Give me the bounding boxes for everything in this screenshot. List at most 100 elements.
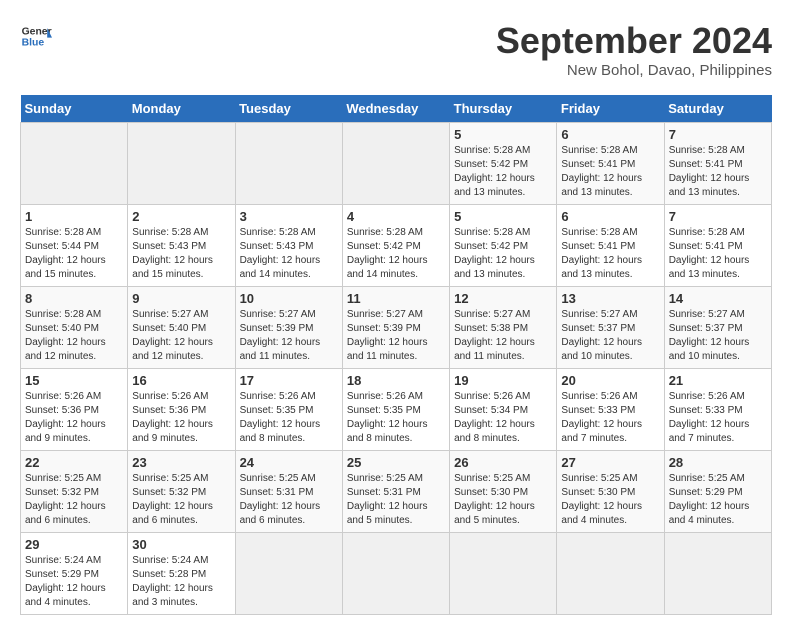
day-number: 27 [561, 455, 659, 470]
calendar-cell [128, 123, 235, 205]
calendar-cell [21, 123, 128, 205]
day-info: Sunrise: 5:28 AMSunset: 5:40 PMDaylight:… [25, 308, 123, 364]
calendar-cell [342, 123, 449, 205]
day-number: 21 [669, 373, 767, 388]
day-number: 5 [454, 127, 552, 142]
day-info: Sunrise: 5:27 AMSunset: 5:40 PMDaylight:… [132, 308, 230, 364]
day-number: 6 [561, 127, 659, 142]
day-number: 3 [240, 209, 338, 224]
page-header: General Blue September 2024 New Bohol, D… [20, 20, 772, 79]
calendar-cell: 9Sunrise: 5:27 AMSunset: 5:40 PMDaylight… [128, 287, 235, 369]
calendar-cell: 6 Sunrise: 5:28 AMSunset: 5:41 PMDaylight… [557, 205, 664, 287]
calendar-cell [235, 533, 342, 615]
day-info: Sunrise: 5:27 AMSunset: 5:38 PMDaylight:… [454, 308, 552, 364]
day-number: 12 [454, 291, 552, 306]
day-info: Sunrise: 5:26 AMSunset: 5:35 PMDaylight:… [347, 390, 445, 446]
day-number: 8 [25, 291, 123, 306]
calendar-cell: 26 Sunrise: 5:25 AMSunset: 5:30 PMDayligh… [450, 451, 557, 533]
day-info: Sunrise: 5:26 AMSunset: 5:34 PMDaylight:… [454, 390, 552, 446]
calendar-cell: 18Sunrise: 5:26 AMSunset: 5:35 PMDayligh… [342, 369, 449, 451]
calendar-cell: 3 Sunrise: 5:28 AMSunset: 5:43 PMDaylight… [235, 205, 342, 287]
day-info: Sunrise: 5:24 AMSunset: 5:29 PMDaylight:… [25, 554, 123, 610]
day-info: Sunrise: 5:28 AMSunset: 5:42 PMDaylight:… [347, 226, 445, 282]
day-info: Sunrise: 5:27 AMSunset: 5:37 PMDaylight:… [669, 308, 767, 364]
location-title: New Bohol, Davao, Philippines [496, 62, 772, 79]
calendar-week-1: 1 Sunrise: 5:28 AMSunset: 5:44 PMDaylight… [21, 205, 772, 287]
calendar-cell: 8 Sunrise: 5:28 AMSunset: 5:40 PMDaylight… [21, 287, 128, 369]
day-number: 5 [454, 209, 552, 224]
day-info: Sunrise: 5:25 AMSunset: 5:30 PMDaylight:… [454, 472, 552, 528]
calendar-cell: 11Sunrise: 5:27 AMSunset: 5:39 PMDayligh… [342, 287, 449, 369]
day-info: Sunrise: 5:28 AMSunset: 5:41 PMDaylight:… [669, 226, 767, 282]
logo: General Blue [20, 20, 52, 52]
day-info: Sunrise: 5:28 AMSunset: 5:44 PMDaylight:… [25, 226, 123, 282]
calendar-week-3: 15 Sunrise: 5:26 AMSunset: 5:36 PMDayligh… [21, 369, 772, 451]
day-info: Sunrise: 5:28 AMSunset: 5:41 PMDaylight:… [561, 226, 659, 282]
calendar-cell: 15 Sunrise: 5:26 AMSunset: 5:36 PMDayligh… [21, 369, 128, 451]
calendar-week-4: 22 Sunrise: 5:25 AMSunset: 5:32 PMDayligh… [21, 451, 772, 533]
calendar-week-2: 8 Sunrise: 5:28 AMSunset: 5:40 PMDaylight… [21, 287, 772, 369]
calendar-cell: 19 Sunrise: 5:26 AMSunset: 5:34 PMDayligh… [450, 369, 557, 451]
calendar-cell: 24 Sunrise: 5:25 AMSunset: 5:31 PMDayligh… [235, 451, 342, 533]
day-number: 4 [347, 209, 445, 224]
day-number: 13 [561, 291, 659, 306]
day-number: 15 [25, 373, 123, 388]
month-title: September 2024 [496, 20, 772, 62]
weekday-header-saturday: Saturday [664, 95, 771, 123]
calendar-cell [664, 533, 771, 615]
calendar-cell: 7 Sunrise: 5:28 AMSunset: 5:41 PMDaylight… [664, 123, 771, 205]
day-info: Sunrise: 5:25 AMSunset: 5:31 PMDaylight:… [240, 472, 338, 528]
calendar-cell: 10 Sunrise: 5:27 AMSunset: 5:39 PMDayligh… [235, 287, 342, 369]
calendar-week-0: 5Sunrise: 5:28 AMSunset: 5:42 PMDaylight… [21, 123, 772, 205]
weekday-header-row: SundayMondayTuesdayWednesdayThursdayFrid… [21, 95, 772, 123]
day-info: Sunrise: 5:26 AMSunset: 5:36 PMDaylight:… [25, 390, 123, 446]
weekday-header-monday: Monday [128, 95, 235, 123]
day-number: 16 [132, 373, 230, 388]
day-number: 22 [25, 455, 123, 470]
day-info: Sunrise: 5:26 AMSunset: 5:33 PMDaylight:… [561, 390, 659, 446]
calendar-cell: 29 Sunrise: 5:24 AMSunset: 5:29 PMDayligh… [21, 533, 128, 615]
calendar-cell: 21 Sunrise: 5:26 AMSunset: 5:33 PMDayligh… [664, 369, 771, 451]
calendar-cell: 23Sunrise: 5:25 AMSunset: 5:32 PMDayligh… [128, 451, 235, 533]
day-number: 17 [240, 373, 338, 388]
day-number: 26 [454, 455, 552, 470]
day-info: Sunrise: 5:28 AMSunset: 5:41 PMDaylight:… [561, 144, 659, 200]
day-info: Sunrise: 5:27 AMSunset: 5:39 PMDaylight:… [240, 308, 338, 364]
calendar-cell: 30Sunrise: 5:24 AMSunset: 5:28 PMDayligh… [128, 533, 235, 615]
day-info: Sunrise: 5:28 AMSunset: 5:41 PMDaylight:… [669, 144, 767, 200]
calendar-cell: 2Sunrise: 5:28 AMSunset: 5:43 PMDaylight… [128, 205, 235, 287]
day-info: Sunrise: 5:26 AMSunset: 5:36 PMDaylight:… [132, 390, 230, 446]
day-info: Sunrise: 5:26 AMSunset: 5:33 PMDaylight:… [669, 390, 767, 446]
day-number: 19 [454, 373, 552, 388]
day-info: Sunrise: 5:25 AMSunset: 5:32 PMDaylight:… [132, 472, 230, 528]
calendar-cell: 16 Sunrise: 5:26 AMSunset: 5:36 PMDayligh… [128, 369, 235, 451]
day-number: 24 [240, 455, 338, 470]
day-info: Sunrise: 5:28 AMSunset: 5:43 PMDaylight:… [240, 226, 338, 282]
day-number: 7 [669, 127, 767, 142]
day-number: 28 [669, 455, 767, 470]
weekday-header-friday: Friday [557, 95, 664, 123]
day-number: 29 [25, 537, 123, 552]
day-number: 6 [561, 209, 659, 224]
calendar-week-5: 29 Sunrise: 5:24 AMSunset: 5:29 PMDayligh… [21, 533, 772, 615]
day-info: Sunrise: 5:28 AMSunset: 5:43 PMDaylight:… [132, 226, 230, 282]
day-info: Sunrise: 5:26 AMSunset: 5:35 PMDaylight:… [240, 390, 338, 446]
weekday-header-sunday: Sunday [21, 95, 128, 123]
calendar-cell: 12 Sunrise: 5:27 AMSunset: 5:38 PMDayligh… [450, 287, 557, 369]
calendar-cell: 1 Sunrise: 5:28 AMSunset: 5:44 PMDaylight… [21, 205, 128, 287]
calendar-cell: 25Sunrise: 5:25 AMSunset: 5:31 PMDayligh… [342, 451, 449, 533]
calendar-cell: 5Sunrise: 5:28 AMSunset: 5:42 PMDaylight… [450, 123, 557, 205]
day-info: Sunrise: 5:25 AMSunset: 5:29 PMDaylight:… [669, 472, 767, 528]
calendar-cell: 22Sunrise: 5:25 AMSunset: 5:32 PMDayligh… [21, 451, 128, 533]
weekday-header-tuesday: Tuesday [235, 95, 342, 123]
title-section: September 2024 New Bohol, Davao, Philipp… [496, 20, 772, 79]
weekday-header-wednesday: Wednesday [342, 95, 449, 123]
day-number: 1 [25, 209, 123, 224]
day-info: Sunrise: 5:25 AMSunset: 5:31 PMDaylight:… [347, 472, 445, 528]
day-number: 7 [669, 209, 767, 224]
day-number: 11 [347, 291, 445, 306]
day-number: 10 [240, 291, 338, 306]
calendar-cell: 7 Sunrise: 5:28 AMSunset: 5:41 PMDaylight… [664, 205, 771, 287]
svg-text:Blue: Blue [22, 38, 45, 49]
day-info: Sunrise: 5:25 AMSunset: 5:30 PMDaylight:… [561, 472, 659, 528]
